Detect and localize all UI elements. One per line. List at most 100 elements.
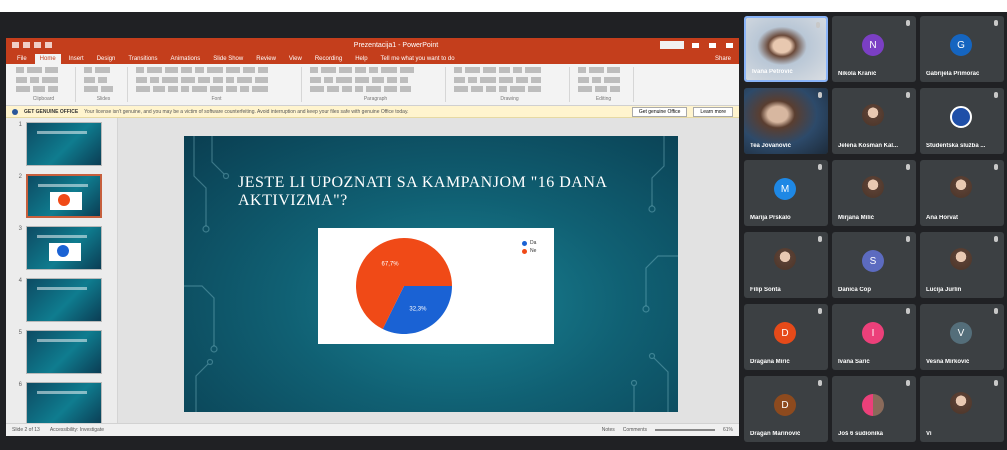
ribbon-command-icon[interactable]	[310, 76, 321, 83]
ribbon-command-icon[interactable]	[578, 76, 589, 83]
ribbon-tab[interactable]: Animations	[166, 54, 206, 64]
ribbon-command-icon[interactable]	[195, 67, 204, 73]
ribbon-command-icon[interactable]	[16, 76, 27, 83]
participant-tile[interactable]: Studentska služba ...	[920, 88, 1004, 154]
ribbon-command-icon[interactable]	[165, 67, 178, 73]
ribbon-tab[interactable]: Home	[34, 54, 61, 64]
ribbon-command-icon[interactable]	[607, 67, 620, 73]
ribbon-command-icon[interactable]	[310, 86, 324, 93]
ribbon-command-icon[interactable]	[528, 86, 541, 93]
ribbon-command-icon[interactable]	[513, 67, 522, 73]
ribbon-command-icon[interactable]	[136, 67, 144, 73]
ribbon-command-icon[interactable]	[240, 86, 249, 93]
ribbon-command-icon[interactable]	[400, 76, 408, 83]
ribbon-command-icon[interactable]	[387, 76, 397, 83]
ribbon-tab[interactable]: Transitions	[123, 54, 162, 64]
slide-thumbnail-row[interactable]: 4	[10, 278, 102, 322]
ribbon-tab[interactable]: Slide Show	[208, 54, 248, 64]
ribbon-command-icon[interactable]	[369, 67, 378, 73]
ribbon-command-icon[interactable]	[595, 86, 607, 93]
slide-thumbnail[interactable]	[26, 122, 102, 166]
ribbon-command-icon[interactable]	[198, 76, 210, 83]
ribbon-command-icon[interactable]	[255, 76, 268, 83]
participant-tile[interactable]: G Gabrijela Primorac	[920, 16, 1004, 82]
slide-thumbnail-row[interactable]: 3	[10, 226, 102, 270]
undo-icon[interactable]	[34, 42, 41, 48]
ribbon-tab[interactable]: Recording	[310, 54, 347, 64]
participant-tile[interactable]: Lucija Jurlin	[920, 232, 1004, 298]
ribbon-command-icon[interactable]	[400, 67, 414, 73]
ribbon-command-icon[interactable]	[324, 76, 333, 83]
ribbon-command-icon[interactable]	[336, 76, 352, 83]
ribbon-command-icon[interactable]	[339, 67, 352, 73]
ribbon-command-icon[interactable]	[516, 76, 528, 83]
participant-tile[interactable]: D Dragana Mirić	[744, 304, 828, 370]
slide-thumbnail-row[interactable]: 2	[10, 174, 102, 218]
ribbon-command-icon[interactable]	[207, 67, 223, 73]
ribbon-command-icon[interactable]	[480, 76, 496, 83]
slide-canvas[interactable]: JESTE LI UPOZNATI SA KAMPANJOM "16 DANA …	[118, 118, 739, 423]
ribbon-command-icon[interactable]	[592, 76, 601, 83]
close-icon[interactable]	[726, 42, 733, 48]
participant-tile[interactable]: V Vesna Mirković	[920, 304, 1004, 370]
participant-tile[interactable]: N Nikola Kranić	[832, 16, 916, 82]
ribbon-command-icon[interactable]	[454, 76, 465, 83]
participant-tile[interactable]: D Dragan Marinović	[744, 376, 828, 442]
ribbon-command-icon[interactable]	[136, 86, 150, 93]
ribbon-command-icon[interactable]	[162, 76, 178, 83]
ribbon-command-icon[interactable]	[258, 67, 268, 73]
notes-button[interactable]: Notes	[602, 427, 615, 433]
ribbon-command-icon[interactable]	[42, 76, 58, 83]
maximize-icon[interactable]	[709, 42, 716, 48]
ribbon-command-icon[interactable]	[342, 86, 352, 93]
participant-tile[interactable]: I Ivana Šarić	[832, 304, 916, 370]
ribbon-command-icon[interactable]	[101, 86, 113, 93]
ribbon-tab[interactable]: Help	[350, 54, 372, 64]
ribbon-command-icon[interactable]	[27, 67, 42, 73]
ribbon-command-icon[interactable]	[321, 67, 336, 73]
ribbon-command-icon[interactable]	[381, 67, 397, 73]
participant-tile[interactable]: S Danica Čop	[832, 232, 916, 298]
ribbon-command-icon[interactable]	[400, 86, 411, 93]
ribbon-command-icon[interactable]	[192, 86, 207, 93]
slide-thumbnail[interactable]	[26, 330, 102, 374]
pie-chart[interactable]: 32,3% 67,7% Da Ne	[318, 228, 554, 344]
ribbon-command-icon[interactable]	[486, 86, 496, 93]
ribbon-tab[interactable]: Design	[92, 54, 121, 64]
participant-tile[interactable]: Filip Sonta	[744, 232, 828, 298]
ribbon-command-icon[interactable]	[95, 67, 110, 73]
ribbon-command-icon[interactable]	[355, 67, 366, 73]
slide-thumbnail-row[interactable]: 5	[10, 330, 102, 374]
participant-tile[interactable]: M Marija Prskalo	[744, 160, 828, 226]
current-slide[interactable]: JESTE LI UPOZNATI SA KAMPANJOM "16 DANA …	[184, 136, 678, 412]
save-icon[interactable]	[23, 42, 30, 48]
share-button[interactable]: Share	[707, 54, 739, 64]
sign-in-button[interactable]	[660, 41, 684, 49]
ribbon-command-icon[interactable]	[465, 67, 480, 73]
ribbon-command-icon[interactable]	[355, 86, 363, 93]
autosave-icon[interactable]	[12, 42, 19, 48]
ribbon-command-icon[interactable]	[454, 86, 468, 93]
ribbon-command-icon[interactable]	[98, 76, 107, 83]
comments-button[interactable]: Comments	[623, 427, 647, 433]
ribbon-command-icon[interactable]	[531, 76, 541, 83]
accessibility-status[interactable]: Accessibility: Investigate	[50, 427, 104, 433]
slide-thumbnail[interactable]	[26, 382, 102, 426]
slide-thumbnail-row[interactable]: 6	[10, 382, 102, 426]
ribbon-command-icon[interactable]	[499, 76, 513, 83]
ribbon-command-icon[interactable]	[84, 86, 98, 93]
ribbon-command-icon[interactable]	[483, 67, 496, 73]
participant-tile[interactable]: Mirjana Milić	[832, 160, 916, 226]
zoom-level[interactable]: 61%	[723, 427, 733, 433]
get-genuine-office-button[interactable]: Get genuine Office	[631, 106, 688, 117]
participant-tile[interactable]: Ana Horvat	[920, 160, 1004, 226]
ribbon-command-icon[interactable]	[237, 76, 252, 83]
participant-tile[interactable]: Vi	[920, 376, 1004, 442]
ribbon-tab[interactable]: File	[12, 54, 32, 64]
ribbon-command-icon[interactable]	[589, 67, 604, 73]
ribbon-command-icon[interactable]	[210, 86, 223, 93]
slide-thumbnail-row[interactable]: 1	[10, 122, 102, 166]
participant-tile[interactable]: Ivana Petrović	[744, 16, 828, 82]
ribbon-command-icon[interactable]	[181, 76, 195, 83]
participant-tile[interactable]: Tea Jovanović	[744, 88, 828, 154]
